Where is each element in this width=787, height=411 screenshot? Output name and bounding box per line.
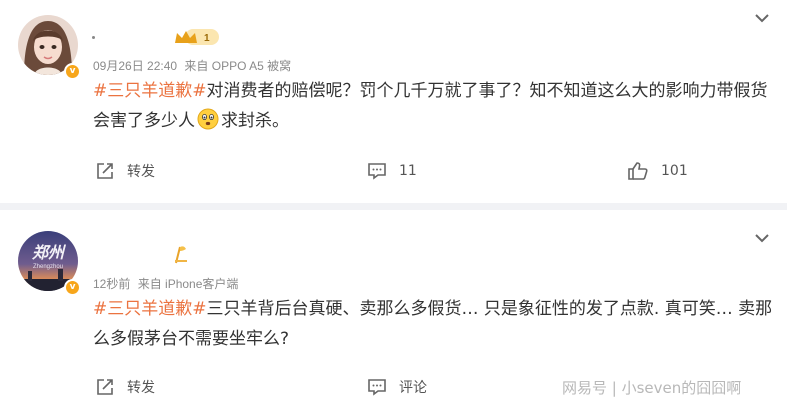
thumbs-up-icon bbox=[628, 162, 648, 180]
verified-badge: v bbox=[64, 279, 81, 296]
share-button[interactable]: 转发 bbox=[95, 372, 155, 402]
post-text-tail: 求封杀。 bbox=[221, 111, 289, 131]
share-label: 转发 bbox=[127, 380, 155, 396]
post-meta: 12秒前 来自 iPhone客户端 bbox=[93, 275, 242, 292]
share-icon bbox=[97, 379, 113, 395]
post-source: 来自 iPhone客户端 bbox=[137, 277, 239, 291]
topic-tag-link[interactable]: #三只羊道歉# bbox=[93, 299, 207, 319]
post-text: #三只羊道歉#三只羊背后台真硬、卖那么多假货… 只是象征性的发了点款. 真可笑…… bbox=[93, 294, 773, 354]
topic-tag-link[interactable]: #三只羊道歉# bbox=[93, 81, 207, 101]
avatar-city-text: 郑州 bbox=[31, 243, 67, 262]
chevron-down-icon[interactable] bbox=[753, 12, 771, 24]
share-icon bbox=[97, 163, 113, 179]
comment-button[interactable]: 评论 bbox=[367, 372, 427, 402]
share-button[interactable]: 转发 bbox=[95, 156, 155, 186]
post-divider bbox=[0, 203, 787, 210]
post-source: 来自 OPPO A5 被窝 bbox=[184, 59, 292, 73]
avatar-city-subtext: Zhengzhou bbox=[33, 264, 63, 270]
post-actions: 转发 11 101 bbox=[0, 156, 787, 186]
username[interactable] bbox=[92, 36, 95, 39]
post-meta: 09月26日 22:40 来自 OPPO A5 被窝 bbox=[93, 57, 295, 74]
level-number: 1 bbox=[204, 33, 210, 44]
comment-count: 11 bbox=[399, 163, 417, 179]
like-count: 101 bbox=[661, 163, 688, 179]
source-watermark: 网易号 | 小seven的囧囧啊 bbox=[562, 379, 742, 397]
level-badge-icon: 1 bbox=[175, 29, 219, 45]
comment-icon bbox=[368, 163, 386, 180]
like-button[interactable]: 101 bbox=[627, 156, 688, 186]
share-label: 转发 bbox=[127, 164, 155, 180]
post-time[interactable]: 09月26日 22:40 bbox=[93, 59, 177, 73]
post-time[interactable]: 12秒前 bbox=[93, 277, 130, 291]
comment-icon bbox=[368, 379, 386, 396]
verified-badge: v bbox=[64, 63, 81, 80]
weibo-post-1: v 1 09月26日 22:40 来自 OPPO A5 被窝 #三只羊道歉#对消… bbox=[0, 0, 787, 203]
chevron-down-icon[interactable] bbox=[753, 232, 771, 244]
confused-emoji-icon bbox=[197, 108, 219, 130]
member-flag-icon bbox=[175, 246, 187, 264]
comment-label: 评论 bbox=[399, 380, 427, 396]
post-text: #三只羊道歉#对消费者的赔偿呢？罚个几千万就了事了？知不知道这么大的影响力带假货… bbox=[93, 76, 773, 136]
comment-button[interactable]: 11 bbox=[367, 156, 417, 186]
